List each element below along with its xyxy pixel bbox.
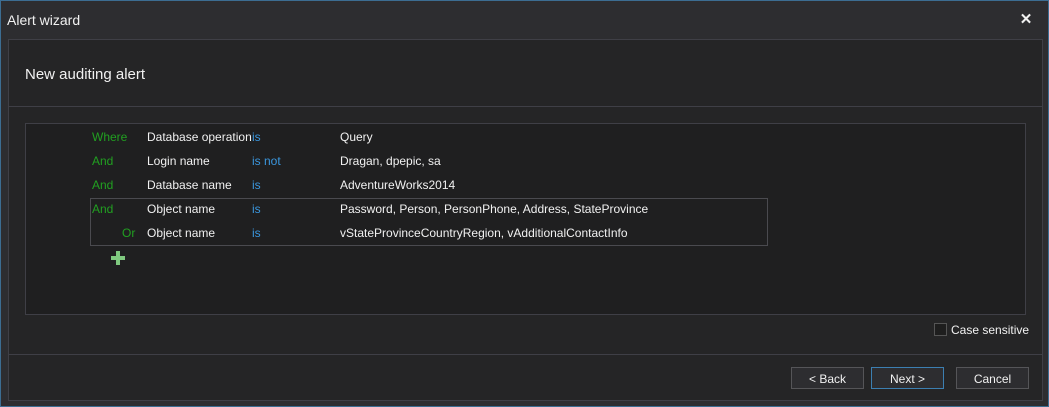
alert-wizard-window: Alert wizard ✕ New auditing alert Where … (0, 0, 1049, 407)
filter-row[interactable]: And Login name is not Dragan, dpepic, sa (26, 149, 1025, 173)
filter-comparison[interactable]: is not (252, 154, 281, 168)
filter-field[interactable]: Login name (147, 154, 210, 168)
filter-panel: Where Database operation is Query And Lo… (25, 123, 1026, 315)
filter-comparison[interactable]: is (252, 130, 261, 144)
filter-value[interactable]: vStateProvinceCountryRegion, vAdditional… (340, 226, 628, 240)
title-bar: Alert wizard ✕ (1, 1, 1048, 39)
case-sensitive-checkbox[interactable] (934, 323, 947, 336)
close-icon[interactable]: ✕ (1016, 10, 1036, 30)
plus-icon[interactable] (111, 251, 125, 265)
page-title: New auditing alert (25, 66, 146, 83)
filter-row[interactable]: And Database name is AdventureWorks2014 (26, 173, 1025, 197)
filter-operator[interactable]: Where (92, 130, 127, 144)
filter-row[interactable]: Where Database operation is Query (26, 125, 1025, 149)
filter-value[interactable]: Password, Person, PersonPhone, Address, … (340, 202, 648, 216)
filter-value[interactable]: AdventureWorks2014 (340, 178, 455, 192)
filter-row[interactable]: Or Object name is vStateProvinceCountryR… (26, 221, 1025, 245)
next-button[interactable]: Next > (871, 367, 944, 389)
filter-field[interactable]: Object name (147, 226, 215, 240)
case-sensitive-label: Case sensitive (951, 323, 1030, 337)
filter-operator[interactable]: And (92, 202, 113, 216)
cancel-button[interactable]: Cancel (956, 367, 1029, 389)
filter-field[interactable]: Object name (147, 202, 215, 216)
filter-operator[interactable]: And (92, 154, 113, 168)
filter-operator[interactable]: Or (122, 226, 135, 240)
footer-divider (9, 354, 1042, 355)
filter-comparison[interactable]: is (252, 202, 261, 216)
filter-comparison[interactable]: is (252, 226, 261, 240)
wizard-content: New auditing alert Where Database operat… (8, 39, 1043, 401)
filter-field[interactable]: Database name (147, 178, 232, 192)
back-button[interactable]: < Back (791, 367, 864, 389)
filter-field[interactable]: Database operation (147, 130, 252, 144)
window-title: Alert wizard (7, 12, 81, 28)
filter-row[interactable]: And Object name is Password, Person, Per… (26, 197, 1025, 221)
wizard-header: New auditing alert (9, 40, 1042, 107)
filter-value[interactable]: Dragan, dpepic, sa (340, 154, 441, 168)
filter-operator[interactable]: And (92, 178, 113, 192)
filter-comparison[interactable]: is (252, 178, 261, 192)
filter-value[interactable]: Query (340, 130, 373, 144)
